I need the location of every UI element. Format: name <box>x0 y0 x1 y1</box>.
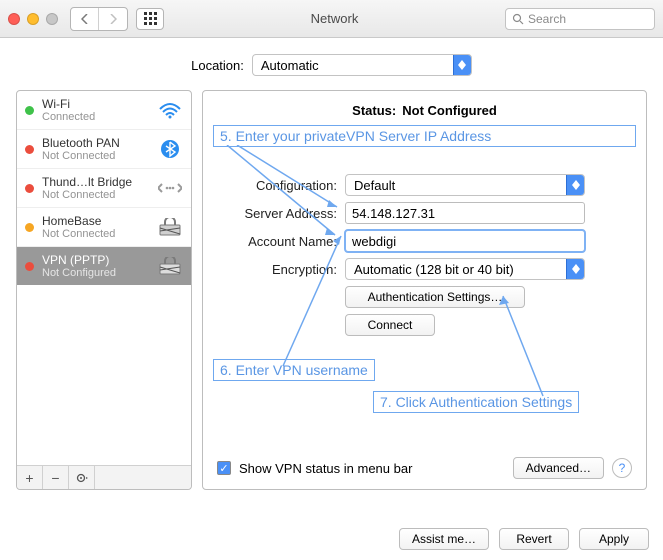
sidebar-footer: + − <box>17 465 191 489</box>
vpn-icon <box>157 217 183 237</box>
vpn-icon <box>157 256 183 276</box>
sidebar-item-name: Thund…lt Bridge <box>42 175 149 189</box>
location-value: Automatic <box>261 58 319 73</box>
search-input[interactable]: Search <box>505 8 655 30</box>
configuration-label: Configuration: <box>217 178 345 193</box>
authentication-settings-button[interactable]: Authentication Settings… <box>345 286 525 308</box>
status-value: Not Configured <box>402 103 497 118</box>
advanced-button[interactable]: Advanced… <box>513 457 604 479</box>
sidebar-item[interactable]: Bluetooth PANNot Connected <box>17 130 191 169</box>
apply-button[interactable]: Apply <box>579 528 649 550</box>
minimize-window-button[interactable] <box>27 13 39 25</box>
annotation-7: 7. Click Authentication Settings <box>373 391 579 413</box>
chevron-updown-icon <box>566 175 584 195</box>
chevron-updown-icon <box>566 259 584 279</box>
status-label: Status: <box>352 103 396 118</box>
gear-icon <box>75 471 89 485</box>
server-address-label: Server Address: <box>217 206 345 221</box>
account-name-input[interactable] <box>345 230 585 252</box>
sidebar-item-name: VPN (PPTP) <box>42 253 149 267</box>
network-sidebar: Wi-FiConnectedBluetooth PANNot Connected… <box>16 90 192 490</box>
sidebar-item[interactable]: HomeBaseNot Connected <box>17 208 191 247</box>
sidebar-item-status: Not Connected <box>42 228 149 240</box>
forward-button[interactable] <box>99 8 127 30</box>
account-name-label: Account Name: <box>217 234 345 249</box>
sidebar-item-status: Not Connected <box>42 189 149 201</box>
add-service-button[interactable]: + <box>17 466 43 489</box>
location-select[interactable]: Automatic <box>252 54 472 76</box>
chevron-updown-icon <box>453 55 471 75</box>
status-dot-icon <box>25 106 34 115</box>
sidebar-item-status: Connected <box>42 111 149 123</box>
window-footer: Assist me… Revert Apply <box>399 528 649 550</box>
annotation-5: 5. Enter your privateVPN Server IP Addre… <box>213 125 636 147</box>
help-button[interactable]: ? <box>612 458 632 478</box>
sidebar-item[interactable]: Wi-FiConnected <box>17 91 191 130</box>
sidebar-item-status: Not Connected <box>42 150 149 162</box>
zoom-window-button[interactable] <box>46 13 58 25</box>
back-button[interactable] <box>71 8 99 30</box>
encryption-value: Automatic (128 bit or 40 bit) <box>354 262 514 277</box>
encryption-select[interactable]: Automatic (128 bit or 40 bit) <box>345 258 585 280</box>
wifi-icon <box>157 100 183 120</box>
traffic-lights <box>8 13 58 25</box>
search-icon <box>512 13 524 25</box>
status-dot-icon <box>25 262 34 271</box>
sidebar-item-name: HomeBase <box>42 214 149 228</box>
revert-button[interactable]: Revert <box>499 528 569 550</box>
bluetooth-icon <box>157 139 183 159</box>
window-title: Network <box>172 11 497 26</box>
titlebar: Network Search <box>0 0 663 38</box>
server-address-input[interactable] <box>345 202 585 224</box>
close-window-button[interactable] <box>8 13 20 25</box>
sidebar-item-name: Bluetooth PAN <box>42 136 149 150</box>
connect-button[interactable]: Connect <box>345 314 435 336</box>
assist-me-button[interactable]: Assist me… <box>399 528 489 550</box>
remove-service-button[interactable]: − <box>43 466 69 489</box>
location-label: Location: <box>191 58 244 73</box>
encryption-label: Encryption: <box>217 262 345 277</box>
status-dot-icon <box>25 184 34 193</box>
location-row: Location: Automatic <box>0 38 663 90</box>
configuration-select[interactable]: Default <box>345 174 585 196</box>
sidebar-item-status: Not Configured <box>42 267 149 279</box>
search-placeholder: Search <box>528 12 566 26</box>
detail-pane: Status: Not Configured 5. Enter your pri… <box>202 90 647 490</box>
nav-back-forward <box>70 7 128 31</box>
configuration-value: Default <box>354 178 395 193</box>
show-vpn-status-checkbox[interactable]: ✓ <box>217 461 231 475</box>
sidebar-item[interactable]: Thund…lt BridgeNot Connected <box>17 169 191 208</box>
status-dot-icon <box>25 223 34 232</box>
show-all-button[interactable] <box>136 8 164 30</box>
status-dot-icon <box>25 145 34 154</box>
sidebar-item[interactable]: VPN (PPTP)Not Configured <box>17 247 191 285</box>
sidebar-item-name: Wi-Fi <box>42 97 149 111</box>
show-vpn-status-label: Show VPN status in menu bar <box>239 461 505 476</box>
bridge-icon <box>157 178 183 198</box>
annotation-6: 6. Enter VPN username <box>213 359 375 381</box>
service-actions-button[interactable] <box>69 466 95 489</box>
